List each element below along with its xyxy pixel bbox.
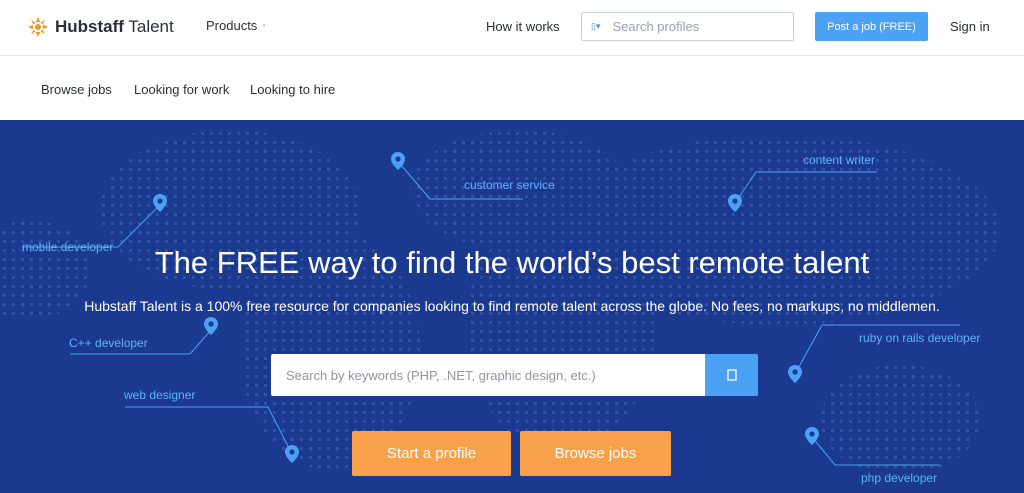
tag-php-developer: php developer: [861, 471, 938, 485]
hubstaff-logo-icon: [28, 17, 48, 37]
post-job-button[interactable]: Post a job (FREE): [815, 12, 928, 41]
browse-jobs-link[interactable]: Browse jobs: [41, 82, 112, 97]
hero-section: customer service content writer mobile d…: [0, 120, 1024, 493]
start-profile-button[interactable]: Start a profile: [352, 431, 511, 476]
browse-jobs-button[interactable]: Browse jobs: [520, 431, 671, 476]
tag-cpp-developer: C++ developer: [69, 336, 148, 350]
hubstaff-logo[interactable]: Hubstaff Talent: [28, 14, 174, 40]
sign-in-link[interactable]: Sign in: [950, 19, 990, 34]
how-it-works-link[interactable]: How it works: [486, 19, 560, 34]
products-label: Products: [206, 18, 258, 33]
keyword-search-bar: [271, 354, 758, 396]
sub-navbar: Browse jobs Looking for work Looking to …: [0, 57, 1024, 120]
products-menu[interactable]: Products ▫: [206, 18, 265, 33]
tag-ruby-on-rails-developer: ruby on rails developer: [859, 331, 981, 345]
hero-title: The FREE way to find the world’s best re…: [154, 245, 870, 280]
map-pin-icon: [788, 365, 802, 383]
profile-search-input[interactable]: [612, 19, 783, 34]
map-pin-icon: [204, 317, 218, 335]
tag-customer-service: customer service: [464, 178, 555, 192]
keyword-search-input[interactable]: [271, 354, 705, 396]
tag-content-writer: content writer: [803, 153, 876, 167]
keyword-search-button[interactable]: [705, 354, 758, 396]
chevron-down-icon: ▫: [262, 21, 266, 30]
search-type-dropdown-icon[interactable]: ▯▾: [591, 21, 600, 32]
hero-subtitle: Hubstaff Talent is a 100% free resource …: [84, 298, 940, 314]
search-icon: [726, 369, 737, 381]
tag-web-designer: web designer: [124, 388, 196, 402]
top-navbar: Hubstaff Talent Products ▫ How it works …: [0, 0, 1024, 56]
looking-to-hire-link[interactable]: Looking to hire: [250, 82, 335, 97]
brand-name: Hubstaff Talent: [55, 17, 174, 36]
profile-search-box[interactable]: ▯▾: [581, 12, 794, 41]
looking-for-work-link[interactable]: Looking for work: [134, 82, 229, 97]
